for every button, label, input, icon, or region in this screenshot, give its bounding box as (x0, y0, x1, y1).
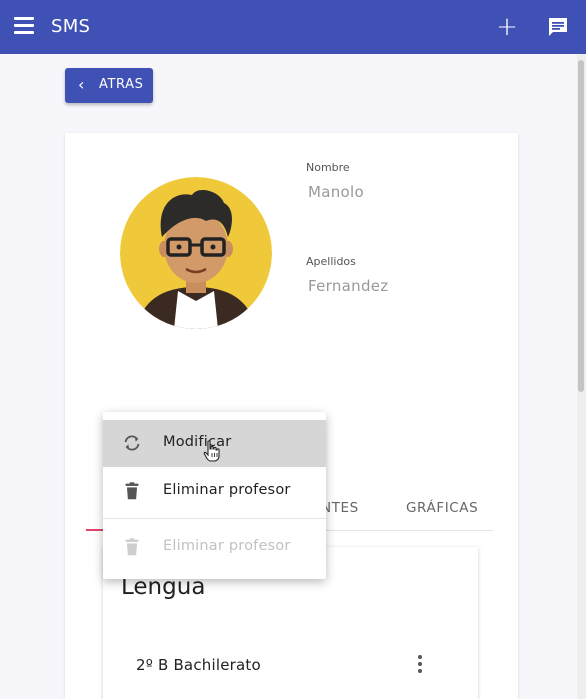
menu-item-label: Modificar (163, 434, 232, 450)
tab-graficas[interactable]: GRÁFICAS (406, 500, 478, 516)
trash-icon (121, 480, 143, 502)
app-toolbar: SMS + (0, 0, 586, 54)
menu-divider (103, 518, 326, 519)
menu-item-eliminar-profesor[interactable]: Eliminar profesor (103, 468, 326, 515)
chevron-left-icon: ‹ (78, 75, 85, 94)
back-button-label: ATRAS (99, 77, 144, 92)
menu-item-label: Eliminar profesor (163, 538, 291, 554)
nombre-value: Manolo (308, 183, 364, 201)
app-title: SMS (51, 16, 91, 37)
menu-item-eliminar-profesor-disabled: Eliminar profesor (103, 524, 326, 571)
tab-active-indicator (86, 529, 104, 531)
menu-item-label: Eliminar profesor (163, 482, 291, 498)
back-button[interactable]: ‹ ATRAS (65, 68, 153, 103)
avatar-glasses-icon (120, 177, 272, 329)
nombre-label: Nombre (306, 161, 350, 174)
plus-icon[interactable]: + (496, 14, 518, 40)
tab-estudiantes[interactable]: NTES (321, 500, 359, 516)
sync-icon (121, 432, 143, 454)
chat-message-icon[interactable] (546, 15, 570, 39)
apellidos-value: Fernandez (308, 277, 389, 295)
more-vert-icon[interactable] (412, 655, 428, 677)
scrollbar-thumb[interactable] (578, 60, 584, 392)
hamburger-menu-icon[interactable] (14, 17, 34, 37)
page-scrollbar[interactable] (577, 54, 586, 699)
group-label: 2º B Bachilerato (136, 656, 261, 674)
menu-item-modificar[interactable]: Modificar (103, 420, 326, 467)
context-menu: Modificar Eliminar profesor Eliminar pro… (103, 412, 326, 579)
trash-icon (121, 536, 143, 558)
apellidos-label: Apellidos (306, 255, 356, 268)
